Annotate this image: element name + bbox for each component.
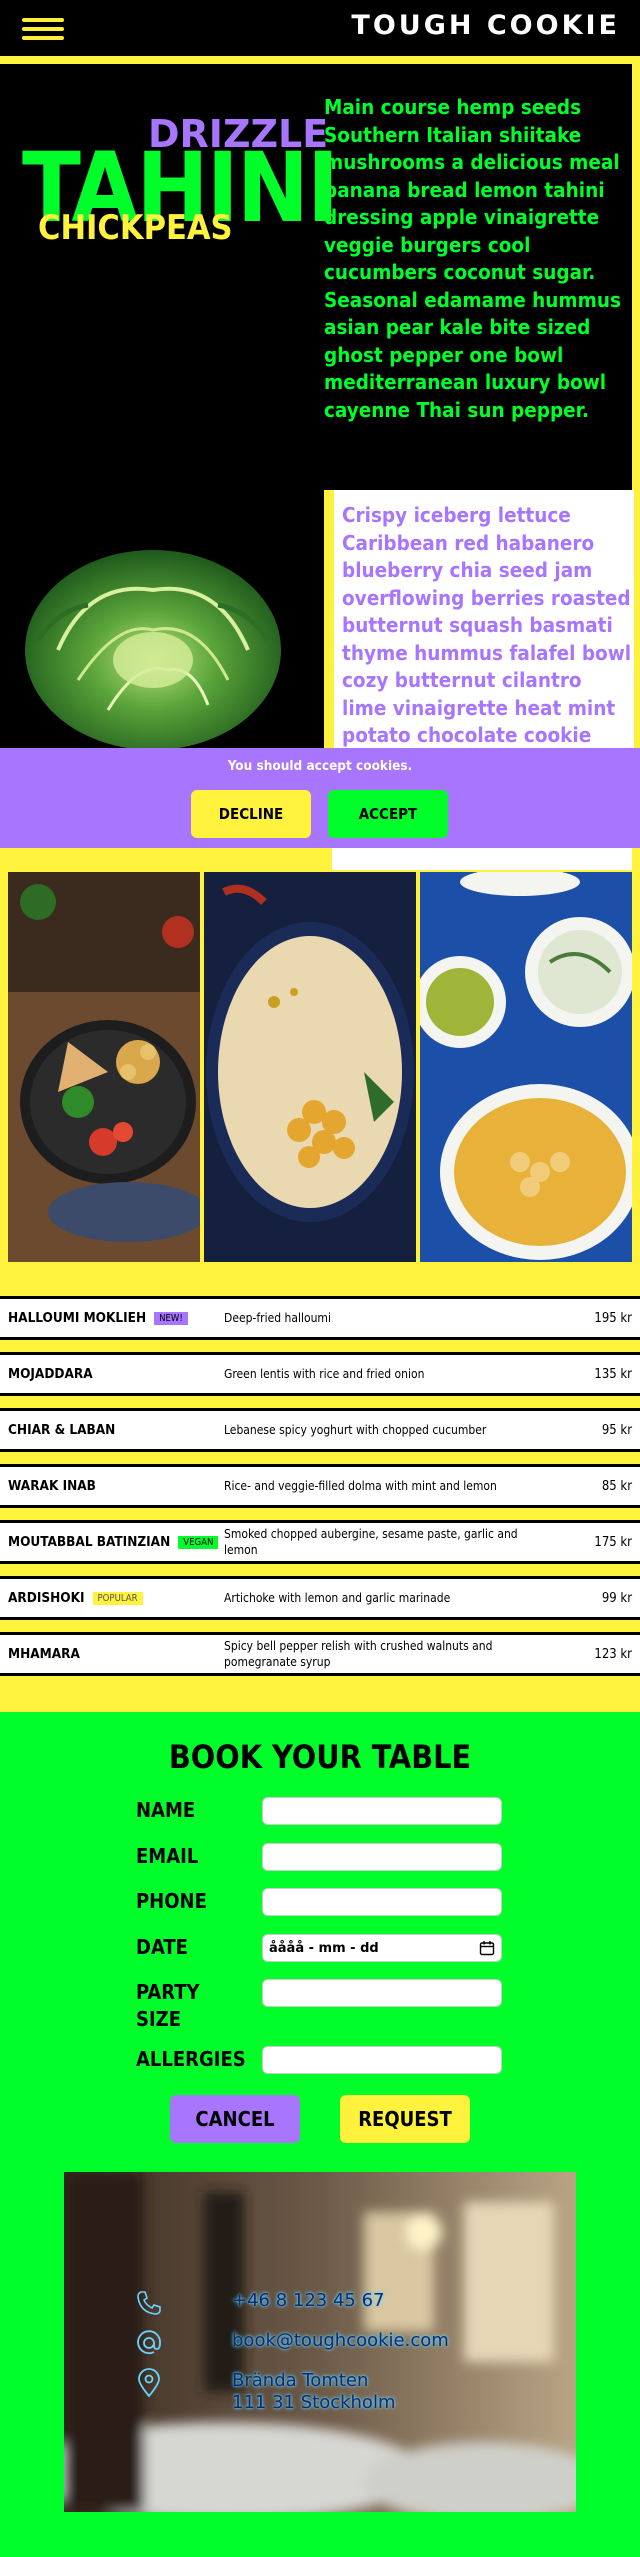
dish-description: Rice- and veggie-filled dolma with mint … <box>224 1479 497 1493</box>
location-pin-icon <box>138 2368 160 2398</box>
contact-phone[interactable]: +46 8 123 45 67 <box>232 2290 385 2312</box>
dish-tag-badge: NEW! <box>154 1311 188 1325</box>
dish-description: Deep-fried halloumi <box>224 1311 331 1325</box>
dish-description: Artichoke with lemon and garlic marinade <box>224 1591 451 1605</box>
dish-title: ARDISHOKI <box>8 1590 85 1606</box>
dish-title: WARAK INAB <box>8 1478 96 1494</box>
booking-title: BOOK YOUR TABLE <box>168 1738 472 1776</box>
contact-address-row[interactable]: Brända Tomten 111 31 Stockholm <box>64 2364 576 2420</box>
dish-name: MHAMARA <box>8 1635 80 1673</box>
menu-item[interactable]: HALLOUMI MOKLIEH NEW! Deep-fried halloumi 1… <box>0 1296 640 1340</box>
request-button[interactable]: REQUEST <box>340 2095 470 2143</box>
party-size-field[interactable] <box>262 1979 502 2007</box>
dish-price: 195 kr <box>594 1310 632 1326</box>
date-placeholder: åååå - mm - dd <box>269 1940 379 1956</box>
dish-title: MOJADDARA <box>8 1366 93 1382</box>
menu-item[interactable]: MHAMARA Spicy bell pepper relish with cru… <box>0 1632 640 1676</box>
phone-icon <box>137 2291 161 2315</box>
contact-email-row[interactable]: book@toughcookie.com <box>64 2324 576 2364</box>
decline-cookies-button[interactable]: DECLINE <box>191 790 311 838</box>
dish-description: Smoked chopped aubergine, sesame paste, … <box>224 1527 518 1557</box>
dish-description: Spicy bell pepper relish with crushed wa… <box>224 1639 493 1669</box>
allergies-label: ALLERGIES <box>136 2047 246 2071</box>
hamburger-icon[interactable] <box>22 18 64 40</box>
brand-logo[interactable]: TOUGH COOKIE <box>351 10 620 41</box>
email-label: EMAIL <box>136 1844 199 1868</box>
cookie-banner: You should accept cookies. DECLINE ACCEP… <box>0 748 640 848</box>
dish-name: WARAK INAB <box>8 1467 96 1505</box>
date-label: DATE <box>136 1935 188 1959</box>
dish-name: ARDISHOKI POPULAR <box>8 1579 143 1617</box>
menu-item[interactable]: MOUTABBAL BATINZIAN VEGAN Smoked chopped a… <box>0 1520 640 1564</box>
dish-price: 135 kr <box>594 1366 632 1382</box>
food-photo-bowl <box>8 872 200 1262</box>
at-sign-icon <box>137 2330 161 2355</box>
contact-address[interactable]: Brända Tomten 111 31 Stockholm <box>232 2370 395 2414</box>
hero-paragraph: Main course hemp seeds Southern Italian … <box>324 95 621 422</box>
dish-description: Green lentis with rice and fried onion <box>224 1367 425 1381</box>
dish-title: CHIAR & LABAN <box>8 1422 116 1438</box>
food-photo-mezze <box>420 872 632 1262</box>
contact-phone-row[interactable]: +46 8 123 45 67 <box>64 2284 576 2324</box>
dish-title: MOUTABBAL BATINZIAN <box>8 1534 171 1550</box>
dish-description: Lebanese spicy yoghurt with chopped cucu… <box>224 1423 487 1437</box>
calendar-icon[interactable] <box>479 1940 495 1956</box>
cookie-message: You should accept cookies. <box>227 758 413 774</box>
site-header: TOUGH COOKIE <box>0 0 640 56</box>
date-field[interactable]: åååå - mm - dd <box>262 1934 502 1962</box>
dish-price: 95 kr <box>601 1422 632 1438</box>
gallery-top-strip <box>332 848 632 870</box>
name-label: NAME <box>136 1798 196 1822</box>
menu-item[interactable]: MOJADDARA Green lentis with rice and frie… <box>0 1352 640 1396</box>
email-field[interactable] <box>262 1843 502 1871</box>
address-line-2: 111 31 Stockholm <box>232 2392 396 2413</box>
dish-title: HALLOUMI MOKLIEH <box>8 1310 147 1326</box>
dish-tag-badge: VEGAN <box>178 1535 219 1549</box>
hero-word-chickpeas: CHICKPEAS <box>38 208 233 248</box>
dish-title: MHAMARA <box>8 1646 80 1662</box>
dish-price: 175 kr <box>594 1534 632 1550</box>
dish-name: HALLOUMI MOKLIEH NEW! <box>8 1299 188 1337</box>
phone-label: PHONE <box>136 1889 207 1913</box>
dish-price: 99 kr <box>601 1590 632 1606</box>
menu-item[interactable]: ARDISHOKI POPULAR Artichoke with lemon and… <box>0 1576 640 1620</box>
phone-field[interactable] <box>262 1888 502 1916</box>
menu-item[interactable]: CHIAR & LABAN Lebanese spicy yoghurt with… <box>0 1408 640 1452</box>
dish-tag-badge: POPULAR <box>92 1591 143 1605</box>
allergies-field[interactable] <box>262 2046 502 2074</box>
dish-name: MOUTABBAL BATINZIAN VEGAN <box>8 1523 219 1561</box>
name-field[interactable] <box>262 1797 502 1825</box>
address-line-1: Brända Tomten <box>232 2370 369 2391</box>
contact-email[interactable]: book@toughcookie.com <box>232 2330 449 2352</box>
dish-price: 85 kr <box>601 1478 632 1494</box>
food-photo-hummus <box>204 872 416 1262</box>
header-divider <box>0 56 640 64</box>
dish-name: CHIAR & LABAN <box>8 1411 115 1449</box>
menu-item[interactable]: WARAK INAB Rice- and veggie-filled dolma … <box>0 1464 640 1508</box>
cancel-button[interactable]: CANCEL <box>170 2095 300 2143</box>
contact-card: +46 8 123 45 67 book@toughcookie.com Brä… <box>64 2172 576 2512</box>
party-size-label: PARTY SIZE <box>136 1980 200 2031</box>
dish-name: MOJADDARA <box>8 1355 93 1393</box>
dish-price: 123 kr <box>594 1646 632 1662</box>
accept-cookies-button[interactable]: ACCEPT <box>328 790 448 838</box>
lettuce-image <box>25 550 281 750</box>
